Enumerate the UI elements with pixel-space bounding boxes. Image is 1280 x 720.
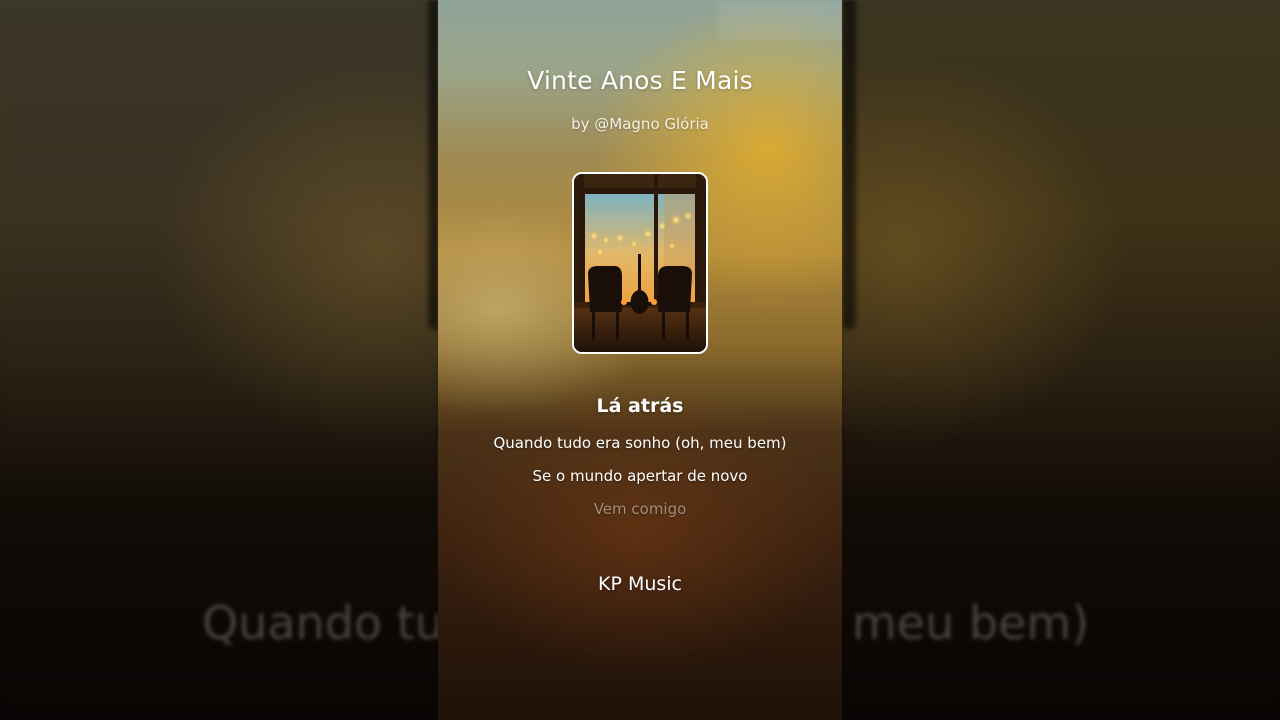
song-artist: by @Magno Glória xyxy=(571,115,709,133)
lyric-line: Se o mundo apertar de novo xyxy=(532,467,748,485)
phone-frame-edge-right xyxy=(842,0,856,330)
background-blur-right: meu bem) xyxy=(842,0,1280,720)
channel-name: KP Music xyxy=(597,573,682,595)
song-title: Vinte Anos E Mais xyxy=(527,66,753,95)
lyric-current-line: Lá atrás xyxy=(596,395,684,417)
background-blur-left: Quando tu xyxy=(0,0,438,720)
background-window-glow xyxy=(718,0,842,40)
lyric-line-upcoming: Vem comigo xyxy=(593,500,687,518)
background-lyric-right: meu bem) xyxy=(852,596,1090,650)
cover-art-icon xyxy=(574,174,706,352)
background-lyric-left: Quando tu xyxy=(202,596,438,650)
cover-art xyxy=(572,172,708,354)
video-panel: Vinte Anos E Mais by @Magno Glória Lá at… xyxy=(438,0,842,720)
phone-frame-edge-left xyxy=(428,0,438,330)
lyric-line: Quando tudo era sonho (oh, meu bem) xyxy=(493,434,787,452)
video-stage: Quando tu meu bem) Vinte Anos E Mais by … xyxy=(0,0,1280,720)
